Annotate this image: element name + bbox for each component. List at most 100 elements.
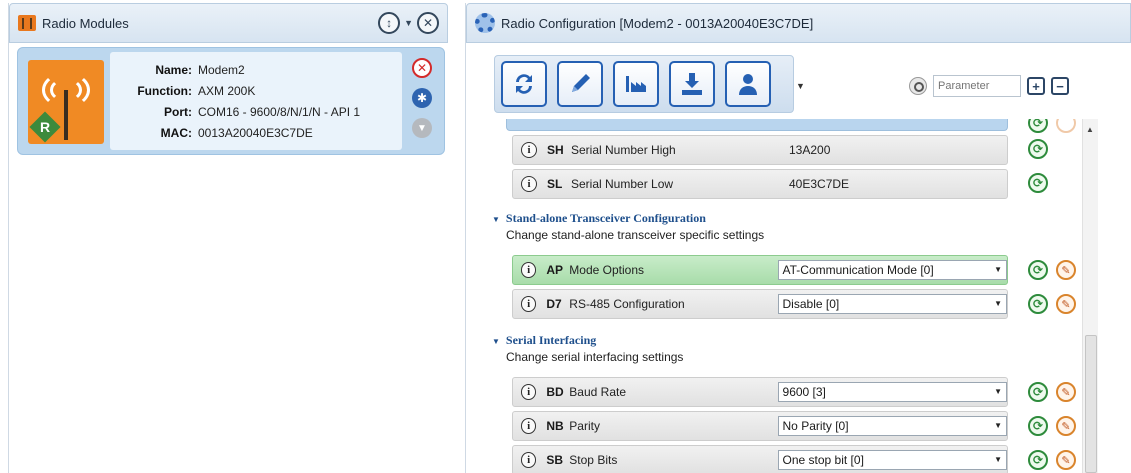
radio-modules-icon [18,15,36,31]
write-parameter-icon[interactable] [1056,119,1076,133]
parameter-name: Mode Options [569,263,645,277]
info-icon[interactable]: i [521,452,537,468]
panel-title: Radio Configuration [Modem2 - 0013A20040… [501,15,814,31]
read-parameter-icon[interactable]: ⟳ [1028,294,1048,314]
profile-dropdown-icon[interactable]: ▼ [796,81,805,91]
read-parameter-icon[interactable]: ⟳ [1028,260,1048,280]
expand-all-icon[interactable]: + [1027,77,1045,95]
scrollbar-thumb[interactable] [1085,335,1097,473]
parameter-name: Stop Bits [569,453,618,467]
write-parameter-icon[interactable]: ✎ [1056,382,1076,402]
write-parameter-icon[interactable]: ✎ [1056,450,1076,470]
module-name: Modem2 [198,63,245,77]
parameter-row-partial [506,119,1008,131]
scroll-up-icon[interactable]: ▲ [1086,125,1094,134]
download-firmware-icon [682,73,702,95]
parameter-list: ⟳ i SH Serial Number High 13A200 ⟳ i SL … [476,119,1102,473]
read-parameter-icon[interactable]: ⟳ [1028,450,1048,470]
collapse-section-icon[interactable]: ▼ [492,337,500,346]
module-port: COM16 - 9600/8/N/1/N - API 1 [198,105,361,119]
module-card[interactable]: R Name: Modem2 Function: AXM 200K Port: COM… [17,47,445,155]
parameter-row-bd[interactable]: i BD Baud Rate 9600 [3] ▼ [512,377,1008,407]
parameter-select[interactable]: AT-Communication Mode [0] ▼ [777,260,1008,280]
parameter-row-d7[interactable]: i D7 RS-485 Configuration Disable [0] ▼ [512,289,1008,319]
sort-dropdown-icon[interactable]: ▼ [404,18,413,28]
refresh-icon [516,74,532,94]
parameter-code: AP [546,263,564,277]
read-settings-button[interactable] [501,61,547,107]
read-parameter-icon[interactable]: ⟳ [1028,382,1048,402]
parameter-row-sh[interactable]: i SH Serial Number High 13A200 [512,135,1008,165]
parameter-code: BD [546,385,564,399]
port-label: Port: [164,105,192,119]
parameter-code: D7 [546,297,562,311]
parameter-name: Baud Rate [569,385,627,399]
parameter-select[interactable]: No Parity [0] ▼ [777,416,1008,436]
parameter-select[interactable]: Disable [0] ▼ [777,294,1008,314]
factory-icon [626,76,646,92]
info-icon[interactable]: i [521,176,537,192]
toolbar-buttons [494,55,794,113]
radio-configuration-header: Radio Configuration [Modem2 - 0013A20040… [466,3,1131,43]
update-firmware-button[interactable] [669,61,715,107]
module-mac: 0013A20040E3C7DE [198,126,313,140]
section-title[interactable]: ▼ Stand-alone Transceiver Configuration [492,211,764,226]
collapse-section-icon[interactable]: ▼ [492,215,500,224]
parameter-row-sl[interactable]: i SL Serial Number Low 40E3C7DE [512,169,1008,199]
toolbar: ▼ + − [494,55,1069,115]
section-serial-interfacing[interactable]: ▼ Serial Interfacing Change serial interf… [492,333,683,364]
module-function: AXM 200K [198,84,256,98]
parameter-name: Parity [569,419,600,433]
chevron-down-icon: ▼ [994,455,1003,464]
collapse-all-icon[interactable]: − [1051,77,1069,95]
info-icon[interactable]: i [521,384,537,400]
write-parameter-icon[interactable]: ✎ [1056,260,1076,280]
load-defaults-button[interactable] [613,61,659,107]
write-parameter-icon[interactable]: ✎ [1056,294,1076,314]
parameter-value: 13A200 [789,143,831,157]
read-parameter-icon[interactable]: ⟳ [1028,173,1048,193]
gear-icon [475,13,495,33]
parameter-row-sb[interactable]: i SB Stop Bits One stop bit [0] ▼ [512,445,1008,473]
parameter-code: SB [546,453,564,467]
chevron-down-icon: ▼ [994,421,1003,430]
mac-label: MAC: [160,126,192,140]
read-parameter-icon[interactable]: ⟳ [1028,416,1048,436]
expand-icon[interactable]: ▼ [412,118,432,138]
remove-all-icon[interactable]: ✕ [417,12,439,34]
radio-modules-panel: Radio Modules ↕ ▼ ✕ R Name: Modem2 Functi… [8,3,448,473]
section-title[interactable]: ▼ Serial Interfacing [492,333,683,348]
role-badge: R [29,111,61,143]
read-parameter-icon[interactable]: ⟳ [1028,119,1048,133]
parameter-search-input[interactable] [933,75,1021,97]
parameter-select[interactable]: 9600 [3] ▼ [777,382,1008,402]
section-standalone-transceiver[interactable]: ▼ Stand-alone Transceiver Configuration C… [492,211,764,242]
write-parameter-icon[interactable]: ✎ [1056,416,1076,436]
function-label: Function: [137,84,192,98]
chevron-down-icon: ▼ [994,299,1003,308]
info-icon[interactable]: i [521,296,537,312]
remove-module-icon[interactable]: ✕ [412,58,432,78]
profile-button[interactable] [725,61,771,107]
vertical-scrollbar[interactable]: ▲ [1082,119,1098,473]
user-profile-icon [739,74,757,95]
parameter-row-nb[interactable]: i NB Parity No Parity [0] ▼ [512,411,1008,441]
parameter-name: Serial Number Low [571,177,674,191]
section-description: Change serial interfacing settings [506,350,684,364]
sort-order-icon[interactable]: ↕ [378,12,401,34]
write-settings-button[interactable] [557,61,603,107]
info-icon[interactable]: i [521,142,537,158]
parameter-name: RS-485 Configuration [569,297,685,311]
discover-icon[interactable]: ✱ [412,88,432,108]
parameter-select[interactable]: One stop bit [0] ▼ [777,450,1008,470]
radio-configuration-panel: Radio Configuration [Modem2 - 0013A20040… [465,3,1131,473]
parameter-code: SL [547,177,563,191]
parameter-row-ap[interactable]: i AP Mode Options AT-Communication Mode … [512,255,1008,285]
read-parameter-icon[interactable]: ⟳ [1028,139,1048,159]
chevron-down-icon: ▼ [994,265,1003,274]
info-icon[interactable]: i [521,418,537,434]
search-icon [909,77,927,95]
pencil-icon [572,74,590,92]
parameter-value: 40E3C7DE [789,177,850,191]
info-icon[interactable]: i [521,262,537,278]
